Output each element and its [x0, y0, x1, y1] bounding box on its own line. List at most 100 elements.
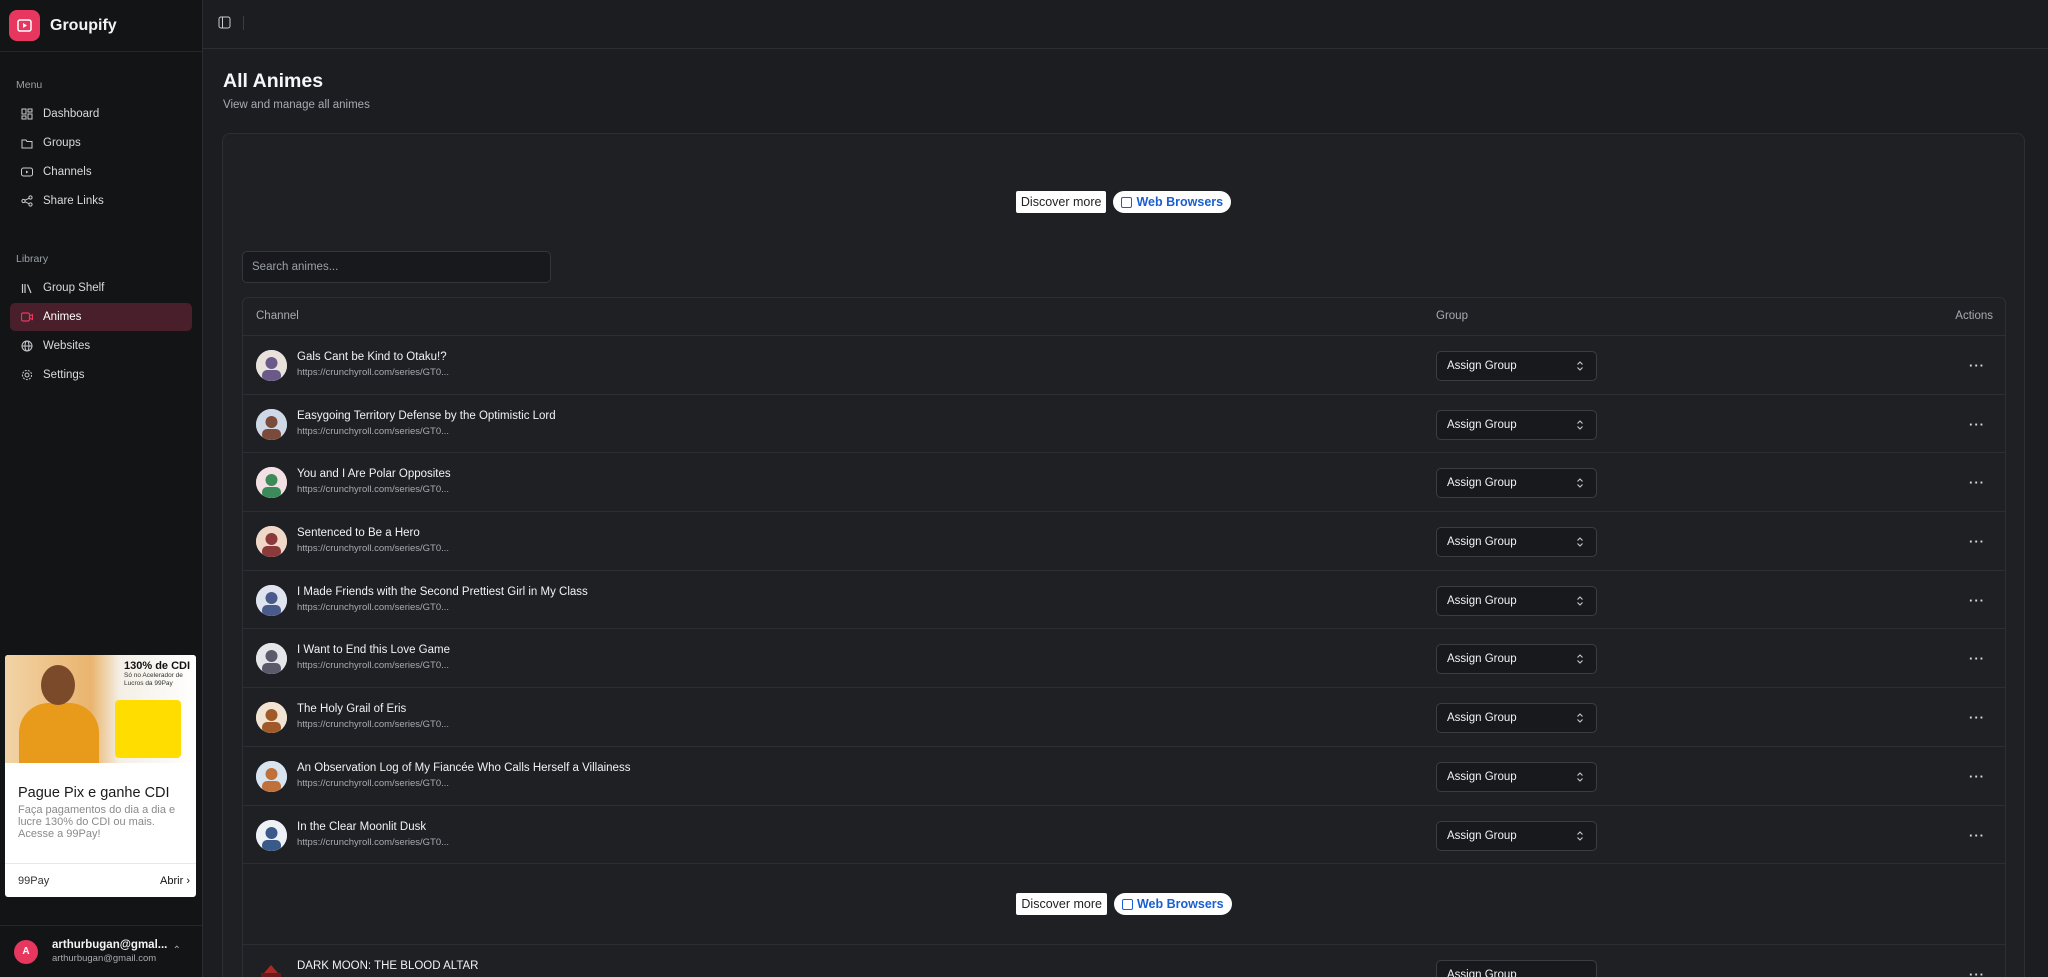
anime-title: An Observation Log of My Fiancée Who Cal…: [297, 761, 631, 774]
brand[interactable]: Groupify: [0, 0, 202, 52]
chevron-up-down-icon: [1577, 537, 1583, 547]
more-actions-icon[interactable]: ···: [1969, 967, 1985, 977]
chevron-up-down-icon: [1577, 478, 1583, 489]
assign-group-select[interactable]: Assign Group: [1436, 644, 1597, 675]
anime-thumbnail: [256, 584, 287, 616]
table-row[interactable]: The Holy Grail of Eris https://crunchyrol…: [243, 688, 2005, 747]
more-actions-icon[interactable]: ···: [1969, 769, 1985, 784]
anime-url: https://crunchyroll.com/series/GT0...: [297, 601, 450, 613]
user-info: arthurbugan@gmal... arthurbugan@gmail.co…: [52, 939, 167, 964]
anime-thumbnail: [256, 350, 287, 381]
assign-group-select[interactable]: Assign Group: [1436, 761, 1597, 792]
browser-icon: [1121, 196, 1133, 208]
assign-group-select[interactable]: Assign Group: [1436, 960, 1597, 977]
user-name: arthurbugan@gmal...: [52, 939, 168, 951]
assign-group-select[interactable]: Assign Group: [1436, 585, 1597, 616]
more-actions-icon[interactable]: ···: [1969, 475, 1985, 490]
table-row[interactable]: Easygoing Territory Defense by the Optim…: [243, 395, 2005, 454]
search-input[interactable]: [242, 251, 551, 283]
anime-url: https://crunchyroll.com/series/GT0...: [297, 777, 450, 789]
more-actions-icon[interactable]: ···: [1969, 710, 1985, 725]
sidebar: Groupify Menu Dashboard Groups Channels …: [0, 0, 203, 977]
sidebar-item-dashboard[interactable]: Dashboard: [10, 100, 192, 128]
assign-group-select[interactable]: Assign Group: [1436, 409, 1597, 440]
sidebar-item-share-links[interactable]: Share Links: [10, 187, 192, 215]
app-name: Groupify: [50, 16, 117, 34]
table-row[interactable]: Sentenced to Be a Hero https://crunchyrol…: [243, 512, 2005, 571]
sidebar-toggle-icon[interactable]: [218, 16, 232, 30]
anime-title: I Want to End this Love Game: [297, 644, 450, 657]
web-browsers-button[interactable]: Web Browsers: [1113, 191, 1232, 213]
more-actions-icon[interactable]: ···: [1969, 417, 1985, 432]
sidebar-item-settings[interactable]: Settings: [10, 361, 192, 389]
assign-group-select[interactable]: Assign Group: [1436, 351, 1597, 381]
ad-image: 130% de CDI Só no Acelerador de Lucros d…: [5, 655, 196, 763]
ad-open-button[interactable]: Abrir ›: [160, 875, 190, 887]
sidebar-item-label: Dashboard: [43, 108, 100, 120]
assign-group-label: Assign Group: [1447, 829, 1517, 842]
assign-group-select[interactable]: Assign Group: [1436, 703, 1597, 734]
ad-title: Pague Pix e ganhe CDI: [18, 785, 170, 801]
ad-open-label: Abrir: [160, 874, 184, 887]
more-actions-icon[interactable]: ···: [1969, 651, 1985, 666]
menu-section-label: Menu: [16, 79, 43, 91]
page-subtitle: View and manage all animes: [223, 99, 370, 111]
assign-group-label: Assign Group: [1447, 477, 1517, 490]
more-actions-icon[interactable]: ···: [1969, 593, 1985, 608]
table-row[interactable]: In the Clear Moonlit Dusk https://crunchy…: [243, 806, 2005, 865]
sidebar-item-websites[interactable]: Websites: [10, 332, 192, 360]
library-section-label: Library: [16, 253, 49, 265]
anime-title: I Made Friends with the Second Prettiest…: [297, 585, 588, 598]
table-row[interactable]: I Want to End this Love Game https://crun…: [243, 629, 2005, 689]
anime-url: https://crunchyroll.com/series/GT0...: [297, 836, 450, 848]
topbar: [203, 0, 2048, 49]
table-row[interactable]: DARK MOON: THE BLOOD ALTAR Assign Group …: [243, 945, 2005, 977]
sidebar-item-label: Group Shelf: [43, 282, 105, 294]
more-actions-icon[interactable]: ···: [1969, 358, 1985, 373]
assign-group-label: Assign Group: [1447, 536, 1517, 549]
table-row[interactable]: Gals Cant be Kind to Otaku!? https://crun…: [243, 336, 2005, 395]
assign-group-label: Assign Group: [1447, 969, 1517, 977]
share-icon: [20, 195, 33, 208]
sidebar-item-animes[interactable]: Animes: [10, 303, 192, 331]
promo-row-inline: Discover more Web Browsers: [243, 864, 2005, 946]
assign-group-label: Assign Group: [1447, 418, 1517, 431]
anime-thumbnail: [256, 702, 287, 734]
ad-person-illustration: [19, 665, 99, 763]
sidebar-item-label: Share Links: [43, 195, 104, 207]
anime-thumbnail: [256, 526, 287, 558]
user-menu[interactable]: A arthurbugan@gmal... arthurbugan@gmail.…: [0, 925, 202, 977]
sidebar-item-groups[interactable]: Groups: [10, 129, 192, 157]
assign-group-select[interactable]: Assign Group: [1436, 527, 1597, 558]
sidebar-item-channels[interactable]: Channels: [10, 158, 192, 186]
ad-banner[interactable]: 130% de CDI Só no Acelerador de Lucros d…: [5, 655, 196, 897]
anime-title: Gals Cant be Kind to Otaku!?: [297, 351, 447, 363]
sidebar-item-group-shelf[interactable]: Group Shelf: [10, 274, 192, 302]
chevron-up-down-icon: [1577, 595, 1583, 606]
anime-thumbnail: [256, 643, 287, 675]
table-row[interactable]: You and I Are Polar Opposites https://cru…: [243, 453, 2005, 513]
table-row[interactable]: An Observation Log of My Fiancée Who Cal…: [243, 747, 2005, 806]
more-actions-icon[interactable]: ···: [1969, 534, 1985, 549]
assign-group-select[interactable]: Assign Group: [1436, 468, 1597, 499]
chevron-up-down-icon: [1577, 713, 1583, 723]
more-actions-icon[interactable]: ···: [1969, 828, 1985, 843]
assign-group-label: Assign Group: [1447, 594, 1517, 607]
chevron-right-icon: ›: [186, 874, 190, 887]
anime-thumbnail: [256, 467, 287, 499]
animes-card: Discover more Web Browsers Channel Group…: [222, 133, 2025, 977]
sidebar-item-label: Channels: [43, 166, 92, 178]
anime-title: Easygoing Territory Defense by the Optim…: [297, 409, 556, 422]
web-browsers-button[interactable]: Web Browsers: [1113, 893, 1232, 916]
chevron-up-down-icon: [1577, 772, 1583, 782]
anime-thumbnail: [256, 959, 287, 977]
anime-title: The Holy Grail of Eris: [297, 703, 407, 716]
column-header-channel: Channel: [256, 310, 299, 322]
youtube-icon: [20, 166, 33, 179]
anime-thumbnail: [256, 408, 287, 440]
assign-group-select[interactable]: Assign Group: [1436, 820, 1597, 851]
anime-url: https://crunchyroll.com/series/GT0...: [297, 484, 450, 496]
discover-more-label: Discover more: [1015, 191, 1107, 213]
table-row[interactable]: I Made Friends with the Second Prettiest…: [243, 571, 2005, 630]
anime-url: https://crunchyroll.com/series/GT0...: [297, 660, 450, 672]
